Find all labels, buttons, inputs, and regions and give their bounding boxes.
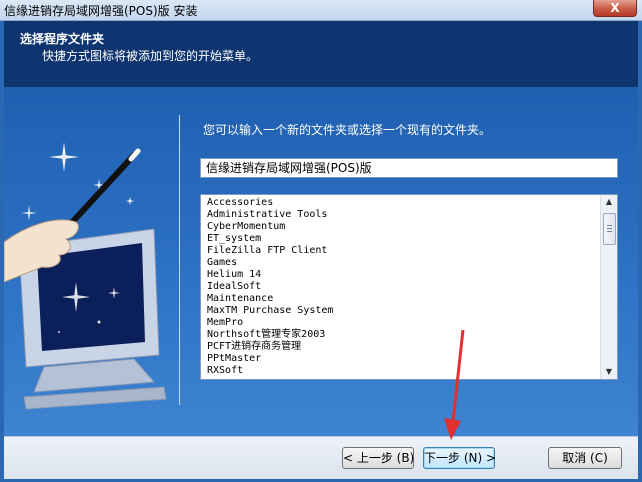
folder-list-item[interactable]: PCFT进销存商务管理 [207,341,597,353]
close-button[interactable]: X [593,0,637,17]
scroll-down-arrow-icon[interactable]: ▼ [601,365,617,379]
folder-list-item[interactable]: MemPro [207,317,597,329]
grip-line [607,228,612,229]
folder-items: Accessories Administrative Tools CyberMome… [207,197,597,377]
folder-list-item[interactable]: RXSoft [207,365,597,377]
wizard-body: 您可以输入一个新的文件夹或选择一个现有的文件夹。 信缘进销存局域网增强(POS)… [4,87,638,436]
wizard-header: 选择程序文件夹 快捷方式图标将被添加到您的开始菜单。 [4,21,638,87]
folder-list-item[interactable]: IdealSoft [207,281,597,293]
grip-line [607,225,612,226]
window-title: 信缘进销存局域网增强(POS)版 安装 [4,4,198,18]
folder-list-item[interactable]: PPtMaster [207,353,597,365]
existing-folders-list[interactable]: Accessories Administrative Tools CyberMome… [200,194,618,380]
folder-prompt: 您可以输入一个新的文件夹或选择一个现有的文件夹。 [203,123,492,137]
wizard-footer: < 上一步 (B) 下一步 (N) > 取消 (C) [4,436,638,479]
folder-list-item[interactable]: MaxTM Purchase System [207,305,597,317]
next-button[interactable]: 下一步 (N) > [423,447,496,469]
header-subtitle: 快捷方式图标将被添加到您的开始菜单。 [42,49,259,63]
folder-list-item[interactable]: Helium 14 [207,269,597,281]
header-title: 选择程序文件夹 [20,32,105,46]
back-button[interactable]: < 上一步 (B) [342,447,414,469]
program-folder-input[interactable]: 信缘进销存局域网增强(POS)版 [200,158,618,178]
scroll-thumb[interactable] [603,213,616,245]
folder-list-item[interactable]: Administrative Tools [207,209,597,221]
folder-list-item[interactable]: Northsoft管理专家2003 [207,329,597,341]
divider [179,115,180,405]
title-bar: 信缘进销存局域网增强(POS)版 安装 X [0,0,642,21]
scroll-up-arrow-icon[interactable]: ▲ [601,195,617,209]
cancel-button[interactable]: 取消 (C) [548,447,622,469]
folder-list-item[interactable]: Games [207,257,597,269]
folder-list-item[interactable]: ET_system [207,233,597,245]
folder-list-item[interactable]: Accessories [207,197,597,209]
folder-list-item[interactable]: Maintenance [207,293,597,305]
grip-line [607,231,612,232]
folder-list-item[interactable]: FileZilla FTP Client [207,245,597,257]
folder-list-item[interactable]: CyberMomentum [207,221,597,233]
list-scrollbar[interactable]: ▲ ▼ [600,195,617,379]
setup-illustration [4,142,167,410]
